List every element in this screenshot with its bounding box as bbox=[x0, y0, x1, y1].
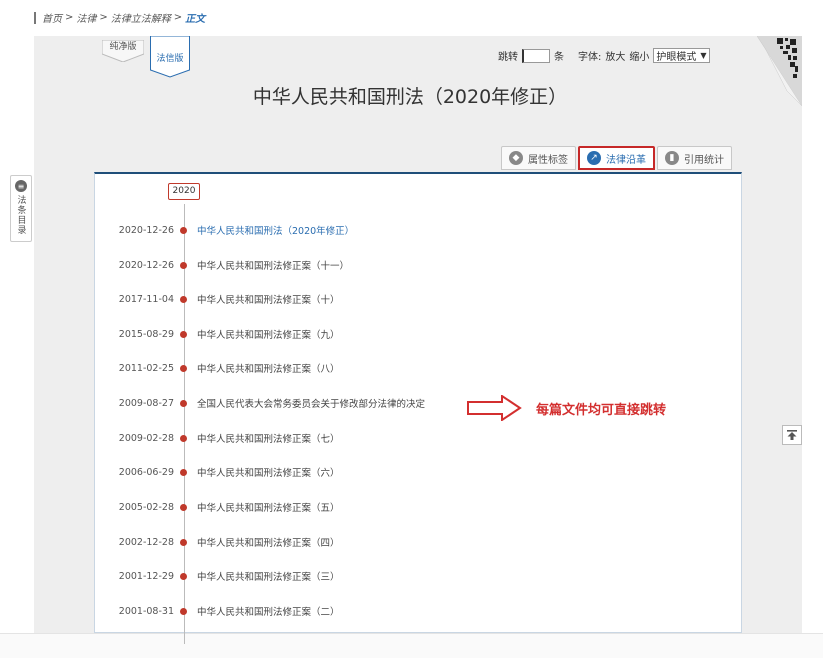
breadcrumb-separator: > bbox=[99, 12, 108, 23]
timeline-item: 2006-06-29 中华人民共和国刑法修正案（六） bbox=[95, 464, 340, 480]
timeline-date: 2006-06-29 bbox=[118, 466, 174, 478]
breadcrumb-marker bbox=[34, 11, 36, 24]
timeline-item: 2001-08-31 中华人民共和国刑法修正案（二） bbox=[95, 603, 340, 619]
timeline-link[interactable]: 中华人民共和国刑法修正案（二） bbox=[197, 604, 340, 618]
display-mode-value: 护眼模式 bbox=[656, 52, 697, 63]
timeline-date: 2005-02-28 bbox=[118, 501, 174, 513]
timeline-link[interactable]: 中华人民共和国刑法修正案（十） bbox=[197, 292, 340, 306]
timeline-date: 2011-02-25 bbox=[118, 362, 174, 374]
timeline-link[interactable]: 中华人民共和国刑法修正案（六） bbox=[197, 465, 340, 479]
font-label: 字体: bbox=[578, 52, 602, 63]
timeline-date: 2002-12-28 bbox=[118, 536, 174, 548]
timeline-item: 2001-12-29 中华人民共和国刑法修正案（三） bbox=[95, 568, 340, 584]
top-bar: 首页 > 法律 > 法律立法解释 > 正文 bbox=[0, 0, 823, 36]
timeline-dot bbox=[180, 468, 187, 476]
timeline-dot bbox=[180, 607, 187, 615]
font-enlarge-button[interactable]: 放大 bbox=[605, 48, 625, 63]
timeline-date: 2020-12-26 bbox=[118, 224, 174, 236]
timeline-link[interactable]: 全国人民代表大会常务委员会关于修改部分法律的决定 bbox=[197, 396, 425, 410]
timeline-link[interactable]: 中华人民共和国刑法修正案（七） bbox=[197, 431, 340, 445]
timeline-link[interactable]: 中华人民共和国刑法（2020年修正） bbox=[197, 223, 354, 237]
reading-controls: 跳转 条 字体: 放大 缩小 护眼模式 ▼ bbox=[498, 48, 710, 63]
document-title: 中华人民共和国刑法（2020年修正） bbox=[252, 86, 568, 108]
breadcrumb-separator: > bbox=[65, 12, 74, 23]
timeline-dot bbox=[180, 572, 187, 580]
timeline-item: 2020-12-26 中华人民共和国刑法修正案（十一） bbox=[95, 257, 349, 273]
tab-citation-label: 引用统计 bbox=[684, 154, 724, 166]
list-icon: ≡ bbox=[15, 180, 27, 192]
plain-version-tab[interactable]: 纯净版 bbox=[102, 40, 144, 62]
jump-unit-label: 条 bbox=[554, 52, 564, 63]
breadcrumb-interpretation-link[interactable]: 法律立法解释 bbox=[111, 10, 171, 25]
font-shrink-button[interactable]: 缩小 bbox=[629, 48, 649, 63]
back-to-top-icon bbox=[787, 430, 797, 440]
legal-version-tab[interactable]: 法信版 bbox=[150, 36, 190, 78]
timeline-item: 2009-02-28 中华人民共和国刑法修正案（七） bbox=[95, 430, 340, 446]
timeline-link[interactable]: 中华人民共和国刑法修正案（四） bbox=[197, 535, 340, 549]
tab-history[interactable]: ↗ 法律沿革 bbox=[578, 146, 655, 170]
breadcrumb-current: 正文 bbox=[185, 14, 206, 25]
tab-history-label: 法律沿革 bbox=[606, 154, 646, 166]
timeline-date: 2009-02-28 bbox=[118, 432, 174, 444]
timeline-dot bbox=[180, 434, 187, 442]
timeline-dot bbox=[180, 503, 187, 511]
timeline-item: 2002-12-28 中华人民共和国刑法修正案（四） bbox=[95, 534, 340, 550]
timeline-item: 2020-12-26 中华人民共和国刑法（2020年修正） bbox=[95, 222, 354, 238]
breadcrumb-home-link[interactable]: 首页 bbox=[42, 10, 62, 25]
legal-version-label: 法信版 bbox=[156, 54, 184, 64]
year-badge[interactable]: 2020 bbox=[168, 183, 200, 200]
timeline-date: 2020-12-26 bbox=[118, 259, 174, 271]
annotation-callout: 每篇文件均可直接跳转 bbox=[466, 395, 666, 421]
breadcrumb-separator: > bbox=[173, 12, 183, 23]
timeline-link[interactable]: 中华人民共和国刑法修正案（三） bbox=[197, 569, 340, 583]
timeline-link[interactable]: 中华人民共和国刑法修正案（五） bbox=[197, 500, 340, 514]
plain-version-label: 纯净版 bbox=[109, 42, 137, 52]
timeline-dot bbox=[180, 295, 187, 303]
display-mode-select[interactable]: 护眼模式 ▼ bbox=[653, 48, 710, 63]
timeline-item: 2015-08-29 中华人民共和国刑法修正案（九） bbox=[95, 326, 340, 342]
panel-tab-bar: ◆ 属性标签 ↗ 法律沿革 ▮ 引用统计 bbox=[499, 146, 732, 170]
timeline-item: 2005-02-28 中华人民共和国刑法修正案（五） bbox=[95, 499, 340, 515]
back-to-top-button[interactable] bbox=[782, 425, 802, 445]
timeline-item: 2017-11-04 中华人民共和国刑法修正案（十） bbox=[95, 291, 340, 307]
timeline-dot bbox=[180, 226, 187, 234]
tag-icon: ◆ bbox=[509, 151, 523, 165]
timeline-dot bbox=[180, 538, 187, 546]
breadcrumb-law-link[interactable]: 法律 bbox=[76, 10, 96, 25]
tab-citation[interactable]: ▮ 引用统计 bbox=[657, 146, 732, 170]
breadcrumb: 首页 > 法律 > 法律立法解释 > 正文 bbox=[34, 10, 205, 25]
annotation-text: 每篇文件均可直接跳转 bbox=[536, 402, 667, 418]
timeline-link[interactable]: 中华人民共和国刑法修正案（十一） bbox=[197, 258, 349, 272]
qr-code-icon[interactable] bbox=[757, 36, 802, 106]
timeline-date: 2009-08-27 bbox=[118, 397, 174, 409]
timeline-date: 2001-12-29 bbox=[118, 570, 174, 582]
arrow-right-icon bbox=[467, 395, 522, 421]
article-toc-toggle[interactable]: ≡ 法条目录 bbox=[10, 175, 32, 242]
stats-icon: ▮ bbox=[665, 151, 679, 165]
chevron-down-icon: ▼ bbox=[700, 51, 707, 60]
bottom-bar bbox=[0, 633, 823, 658]
timeline-date: 2017-11-04 bbox=[118, 293, 174, 305]
timeline-link[interactable]: 中华人民共和国刑法修正案（八） bbox=[197, 361, 340, 375]
timeline-dot bbox=[180, 399, 187, 407]
trend-icon: ↗ bbox=[587, 151, 601, 165]
right-margin bbox=[802, 36, 823, 633]
timeline-dot bbox=[180, 364, 187, 372]
timeline-dot bbox=[180, 261, 187, 269]
timeline-item: 2011-02-25 中华人民共和国刑法修正案（八） bbox=[95, 360, 340, 376]
jump-label: 跳转 bbox=[498, 52, 518, 63]
tab-attributes[interactable]: ◆ 属性标签 bbox=[501, 146, 576, 170]
timeline-date: 2015-08-29 bbox=[118, 328, 174, 340]
timeline-item: 2009-08-27 全国人民代表大会常务委员会关于修改部分法律的决定 bbox=[95, 395, 425, 411]
timeline-dot bbox=[180, 330, 187, 338]
toc-label: 法条目录 bbox=[15, 195, 26, 235]
timeline-date: 2001-08-31 bbox=[118, 605, 174, 617]
tab-attributes-label: 属性标签 bbox=[528, 154, 568, 166]
jump-article-input[interactable] bbox=[522, 48, 550, 63]
timeline-link[interactable]: 中华人民共和国刑法修正案（九） bbox=[197, 327, 340, 341]
